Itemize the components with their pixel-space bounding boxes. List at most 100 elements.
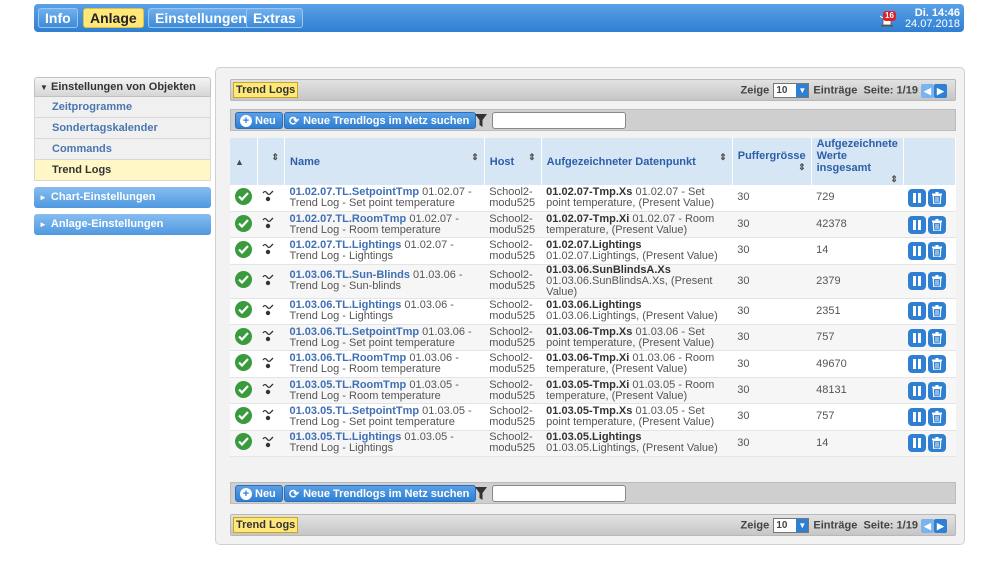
total-values-cell: 14 — [811, 430, 904, 458]
total-column-header[interactable]: Aufgezeichnete Werte insgesamt ⇕ — [811, 138, 904, 185]
tab-anlage[interactable]: Anlage — [83, 8, 144, 28]
sidebar-group-chart-einstellungen[interactable]: ► Chart-Einstellungen — [34, 187, 211, 208]
name-cell[interactable]: 01.03.05.TL.RoomTmp 01.03.05 - Trend Log… — [284, 377, 485, 405]
name-cell[interactable]: 01.03.05.TL.SetpointTmp 01.03.05 - Trend… — [284, 403, 485, 431]
sidebar-group-anlage-einstellungen[interactable]: ► Anlage-Einstellungen — [34, 214, 211, 235]
name-cell[interactable]: 01.02.07.TL.RoomTmp 01.02.07 - Trend Log… — [284, 211, 485, 239]
prev-page-button[interactable]: ◀ — [921, 83, 934, 98]
prev-page-button[interactable]: ◀ — [921, 518, 934, 533]
sort-icon: ⇕ — [528, 152, 536, 162]
delete-button[interactable] — [928, 241, 947, 260]
name-cell[interactable]: 01.02.07.TL.SetpointTmp 01.02.07 - Trend… — [284, 185, 485, 212]
actions-cell — [903, 350, 956, 378]
refresh-icon: ⟳ — [289, 487, 300, 502]
pause-button[interactable] — [908, 188, 927, 207]
name-cell[interactable]: 01.03.06.TL.RoomTmp 01.03.06 - Trend Log… — [284, 350, 485, 378]
trash-icon — [932, 384, 943, 397]
buffer-size-cell: 30 — [732, 430, 812, 458]
plus-icon: + — [240, 115, 252, 128]
pause-button[interactable] — [908, 407, 927, 426]
pause-button[interactable] — [908, 355, 927, 374]
pause-icon — [913, 276, 922, 287]
table-row[interactable]: 01.02.07.TL.SetpointTmp 01.02.07 - Trend… — [230, 185, 956, 212]
delete-button[interactable] — [928, 272, 947, 291]
sidebar-item-zeitprogramme[interactable]: Zeitprogramme — [34, 97, 211, 118]
search-network-button[interactable]: ⟳ Neue Trendlogs im Netz suchen — [284, 112, 477, 129]
buffer-size-cell: 30 — [732, 185, 812, 212]
pause-button[interactable] — [908, 381, 927, 400]
pause-button[interactable] — [908, 302, 927, 321]
total-values-cell: 49670 — [811, 350, 904, 378]
pause-button[interactable] — [908, 241, 927, 260]
total-column-label: Aufgezeichnete Werte insgesamt — [816, 138, 898, 174]
table-row[interactable]: 01.03.05.TL.SetpointTmp 01.03.05 - Trend… — [230, 403, 956, 431]
delete-button[interactable] — [928, 381, 947, 400]
pause-button[interactable] — [908, 328, 927, 347]
pager-entries-label: Einträge — [813, 519, 858, 532]
delete-button[interactable] — [928, 188, 947, 207]
filter-icon — [475, 487, 487, 500]
delete-button[interactable] — [928, 434, 947, 453]
datapoint-column-label: Aufgezeichneter Datenpunkt — [546, 155, 696, 168]
trend-log-icon — [262, 274, 274, 285]
chevron-down-icon: ▼ — [796, 84, 809, 97]
actions-cell — [903, 324, 956, 352]
name-cell[interactable]: 01.03.05.TL.Lightings 01.03.05 - Trend L… — [284, 430, 485, 458]
name-cell[interactable]: 01.02.07.TL.Lightings 01.02.07 - Trend L… — [284, 237, 485, 265]
sidebar-header[interactable]: ▼ Einstellungen von Objekten — [34, 77, 211, 97]
pager-page-label: Seite: 1/19 — [863, 519, 918, 532]
trend-log-icon — [262, 436, 274, 448]
pause-button[interactable] — [908, 272, 927, 291]
name-cell[interactable]: 01.03.06.TL.Sun-Blinds 01.03.06 - Trend … — [284, 264, 485, 299]
alarm-button[interactable]: 16 — [876, 10, 898, 28]
tab-einstellungen[interactable]: Einstellungen — [148, 8, 254, 28]
table-row[interactable]: 01.03.05.TL.Lightings 01.03.05 - Trend L… — [230, 430, 956, 458]
new-button[interactable]: + Neu — [235, 485, 283, 502]
type-column-header[interactable]: ⇕ — [257, 138, 286, 185]
table-row[interactable]: 01.03.05.TL.RoomTmp 01.03.05 - Trend Log… — [230, 377, 956, 405]
table-row[interactable]: 01.03.06.TL.RoomTmp 01.03.06 - Trend Log… — [230, 350, 956, 378]
table-row[interactable]: 01.02.07.TL.Lightings 01.02.07 - Trend L… — [230, 237, 956, 265]
name-cell[interactable]: 01.03.06.TL.SetpointTmp 01.03.06 - Trend… — [284, 324, 485, 352]
next-page-button[interactable]: ▶ — [934, 83, 947, 98]
pause-button[interactable] — [908, 215, 927, 234]
pause-button[interactable] — [908, 434, 927, 453]
pause-icon — [913, 438, 922, 449]
new-button[interactable]: + Neu — [235, 112, 283, 129]
delete-button[interactable] — [928, 215, 947, 234]
page-size-select[interactable]: 10 ▼ — [773, 83, 810, 98]
buffer-column-header[interactable]: Puffergrösse ⇕ — [732, 138, 812, 185]
name-cell[interactable]: 01.03.06.TL.Lightings 01.03.06 - Trend L… — [284, 298, 485, 326]
tab-info[interactable]: Info — [38, 8, 78, 28]
delete-button[interactable] — [928, 302, 947, 321]
total-values-cell: 757 — [811, 324, 904, 352]
delete-button[interactable] — [928, 328, 947, 347]
table-row[interactable]: 01.03.06.TL.SetpointTmp 01.03.06 - Trend… — [230, 324, 956, 352]
sidebar-item-commands[interactable]: Commands — [34, 139, 211, 160]
status-cell — [230, 350, 257, 378]
check-circle-icon — [235, 380, 252, 398]
sidebar-item-trend-logs[interactable]: Trend Logs — [34, 160, 211, 181]
delete-button[interactable] — [928, 407, 947, 426]
pause-icon — [913, 219, 922, 230]
pause-icon — [913, 245, 922, 256]
host-column-header[interactable]: Host ⇕ — [484, 138, 542, 185]
table-row[interactable]: 01.03.06.TL.Sun-Blinds 01.03.06 - Trend … — [230, 264, 956, 299]
status-cell — [230, 211, 257, 239]
filter-input[interactable] — [492, 112, 626, 129]
status-column-header[interactable]: ▲ — [230, 138, 258, 185]
host-cell: School2-modu525 — [484, 211, 542, 239]
pause-icon — [913, 306, 922, 317]
datapoint-cell: 01.02.07-Tmp.Xs 01.02.07 - Set point tem… — [541, 185, 733, 212]
table-row[interactable]: 01.03.06.TL.Lightings 01.03.06 - Trend L… — [230, 298, 956, 326]
datapoint-column-header[interactable]: Aufgezeichneter Datenpunkt ⇕ — [541, 138, 733, 185]
delete-button[interactable] — [928, 355, 947, 374]
table-row[interactable]: 01.02.07.TL.RoomTmp 01.02.07 - Trend Log… — [230, 211, 956, 239]
search-network-button[interactable]: ⟳ Neue Trendlogs im Netz suchen — [284, 485, 477, 502]
sidebar-item-sondertagskalender[interactable]: Sondertagskalender — [34, 118, 211, 139]
filter-input[interactable] — [492, 485, 626, 502]
next-page-button[interactable]: ▶ — [934, 518, 947, 533]
tab-extras[interactable]: Extras — [246, 8, 303, 28]
page-size-select[interactable]: 10 ▼ — [773, 518, 810, 533]
name-column-header[interactable]: Name ⇕ — [284, 138, 485, 185]
